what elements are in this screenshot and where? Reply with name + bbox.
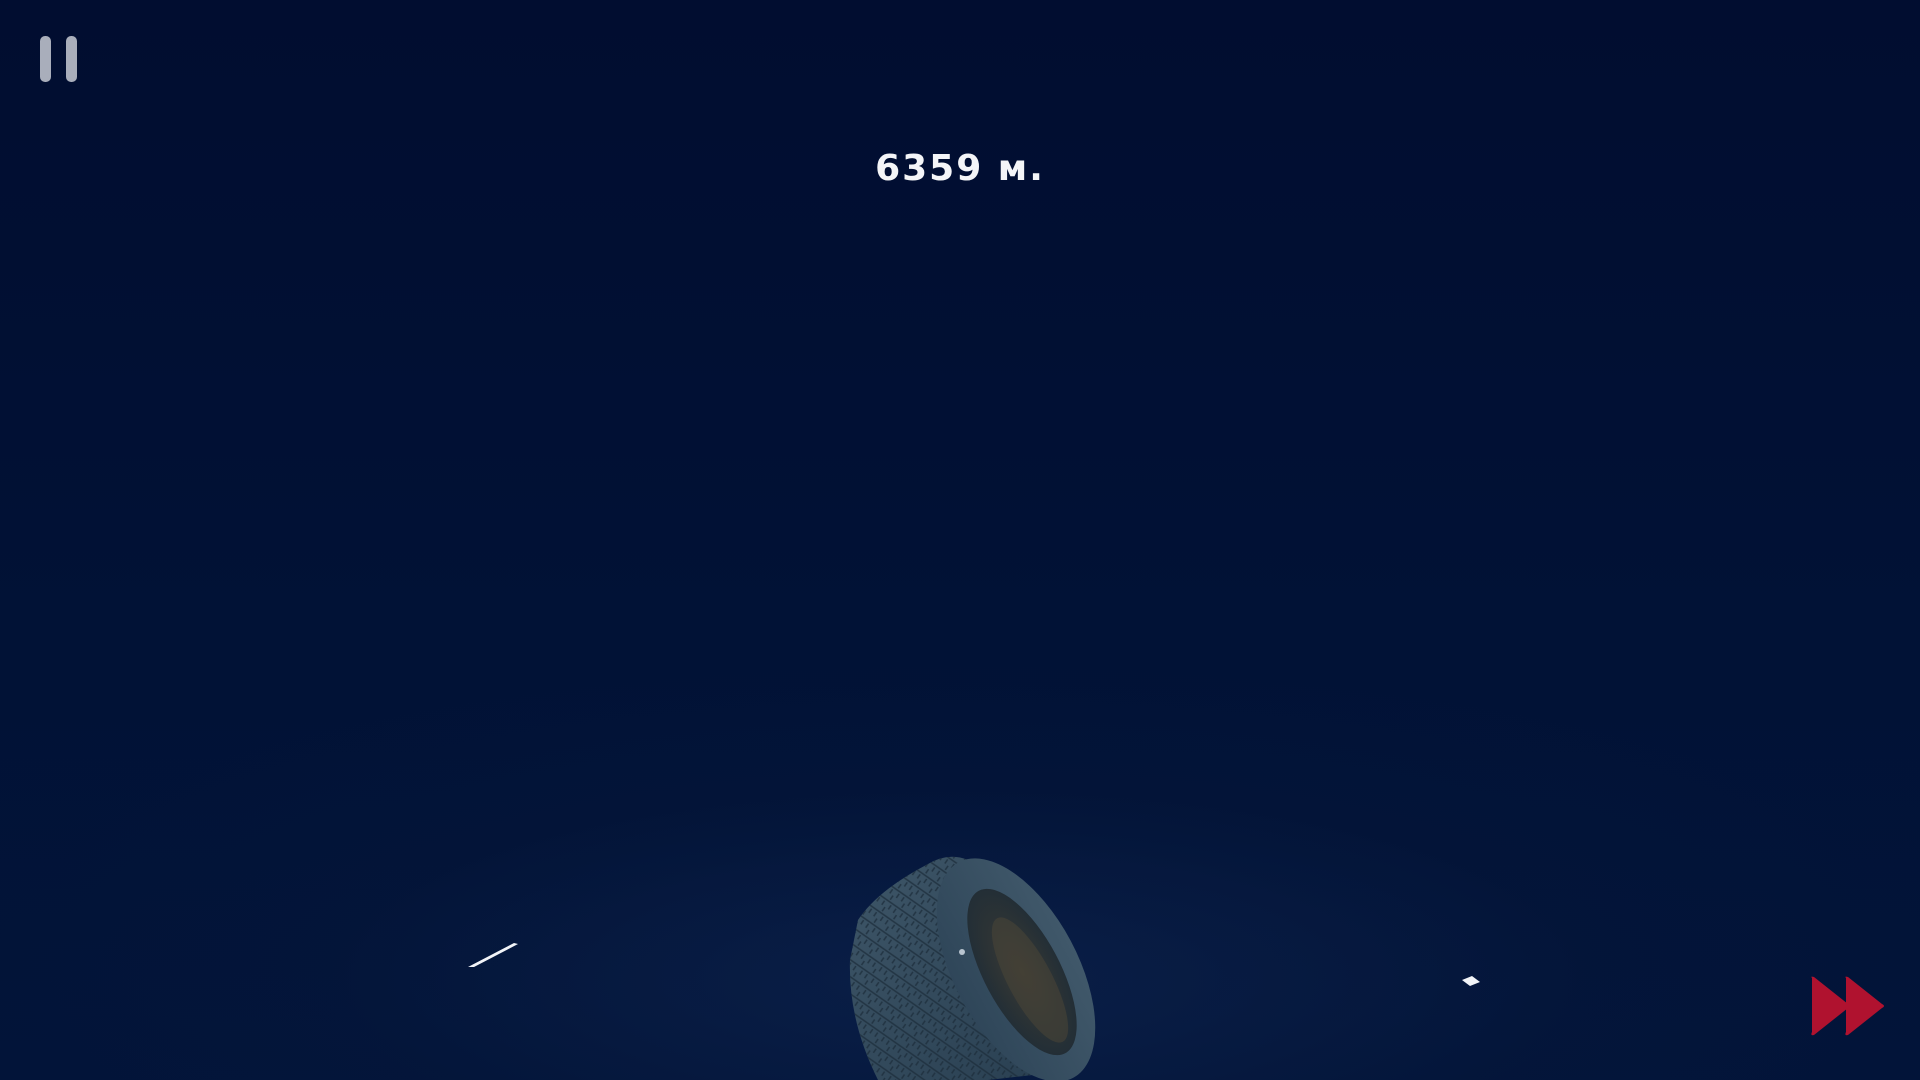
debris-chip: [1462, 976, 1480, 986]
pause-icon-bar-left: [40, 36, 51, 82]
fast-forward-icon: [1811, 976, 1884, 1036]
distance-counter: 6359 м.: [875, 148, 1045, 189]
fast-forward-button[interactable]: [1808, 974, 1888, 1038]
pause-icon-bar-right: [66, 36, 77, 82]
game-scene: 6359 м.: [0, 0, 1920, 1080]
debris-streak: [468, 943, 518, 967]
pause-button[interactable]: [40, 36, 78, 82]
tire: [849, 856, 1096, 1080]
